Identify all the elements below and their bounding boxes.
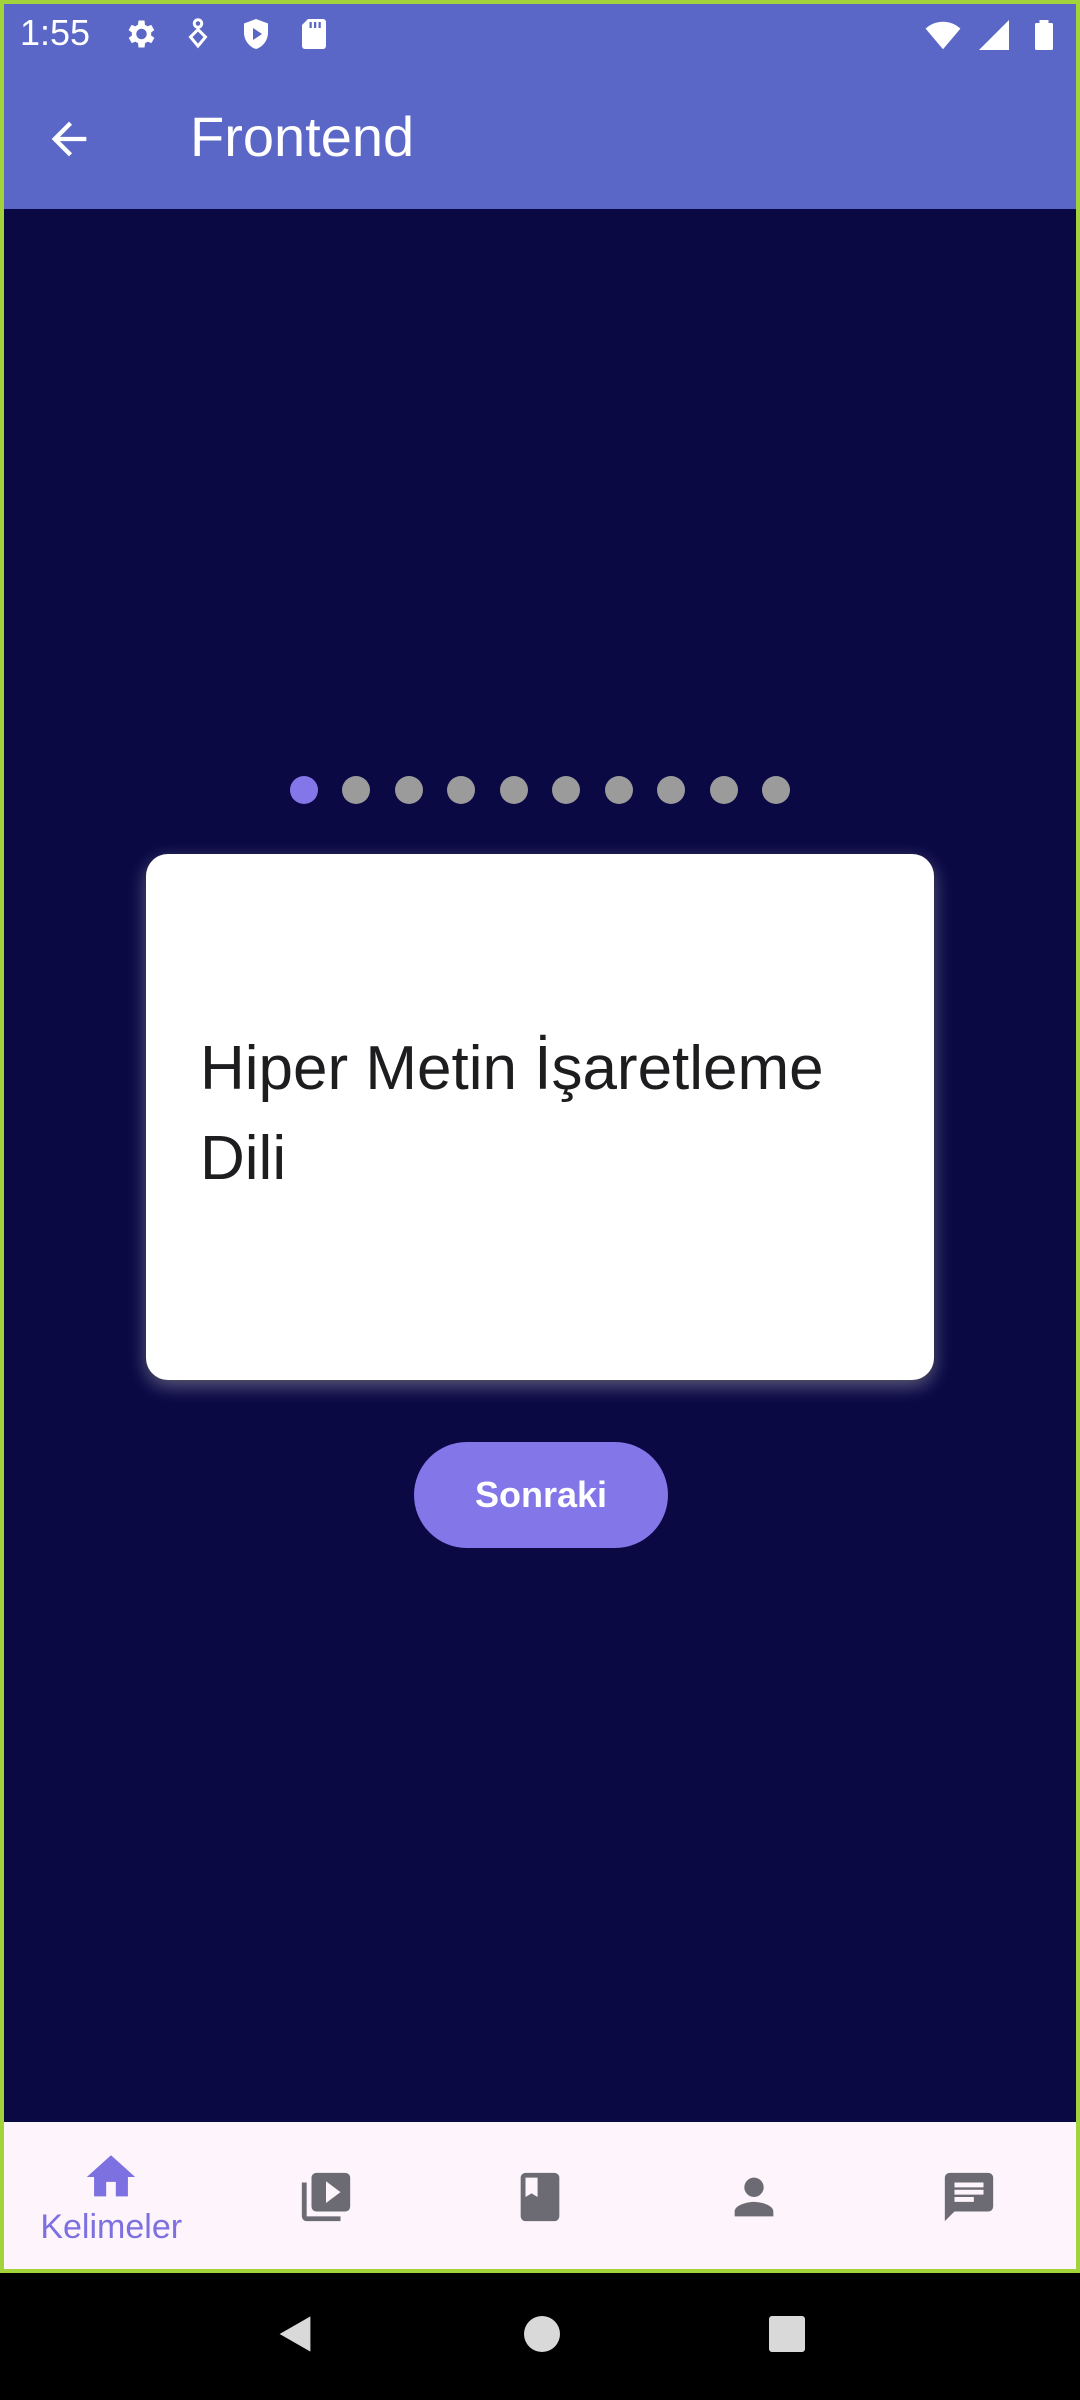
page-dot[interactable]: [604, 776, 633, 804]
bottom-navigation: Kelimeler: [4, 2122, 1076, 2269]
flashcard[interactable]: Hiper Metin İşaretleme Dili: [146, 854, 934, 1380]
page-dot[interactable]: [342, 776, 371, 804]
video-library-icon: [301, 2172, 350, 2222]
book-icon: [520, 2172, 560, 2222]
system-navigation-bar: [0, 2273, 1080, 2400]
person-icon: [735, 2177, 774, 2217]
nav-item-chat[interactable]: [862, 2122, 1076, 2269]
status-bar: 1:55: [4, 4, 1076, 64]
app-bar: 1:55 Frontend: [4, 4, 1076, 209]
recents-square-icon[interactable]: [767, 2314, 807, 2359]
chat-icon: [944, 2172, 993, 2222]
home-circle-icon[interactable]: [522, 2314, 562, 2359]
page-dot[interactable]: [762, 776, 791, 804]
app-screen: 1:55 Frontend Hiper Metin İşaretleme Dil…: [4, 4, 1076, 2269]
accessibility-icon: [180, 16, 216, 52]
nav-item-videos[interactable]: [218, 2122, 432, 2269]
wifi-icon: [924, 16, 962, 59]
nav-item-kelimeler[interactable]: Kelimeler: [4, 2122, 218, 2269]
nav-label-kelimeler: Kelimeler: [40, 2207, 183, 2246]
page-dot[interactable]: [499, 776, 528, 804]
sd-card-icon: [296, 16, 332, 52]
status-icons-right: [924, 16, 1062, 59]
page-indicator: [4, 776, 1076, 804]
next-button[interactable]: Sonraki: [414, 1442, 668, 1548]
page-dot[interactable]: [447, 776, 476, 804]
status-time: 1:55: [20, 12, 91, 53]
signal-icon: [976, 17, 1012, 58]
page-title: Frontend: [190, 105, 415, 168]
settings-icon: [122, 16, 158, 52]
back-triangle-icon[interactable]: [273, 2312, 317, 2361]
shield-play-icon: [238, 16, 274, 52]
arrow-back-icon: [51, 121, 87, 157]
page-dot[interactable]: [709, 776, 738, 804]
nav-item-profile[interactable]: [647, 2122, 861, 2269]
page-dot[interactable]: [657, 776, 686, 804]
home-icon: [87, 2154, 136, 2196]
flashcard-text: Hiper Metin İşaretleme Dili: [200, 1034, 824, 1193]
nav-item-book[interactable]: [433, 2122, 647, 2269]
status-icons-left: [122, 16, 332, 52]
page-dot[interactable]: [552, 776, 581, 804]
battery-icon: [1026, 17, 1062, 58]
back-button[interactable]: [34, 104, 104, 174]
page-dot[interactable]: [289, 776, 318, 804]
page-dot[interactable]: [394, 776, 423, 804]
